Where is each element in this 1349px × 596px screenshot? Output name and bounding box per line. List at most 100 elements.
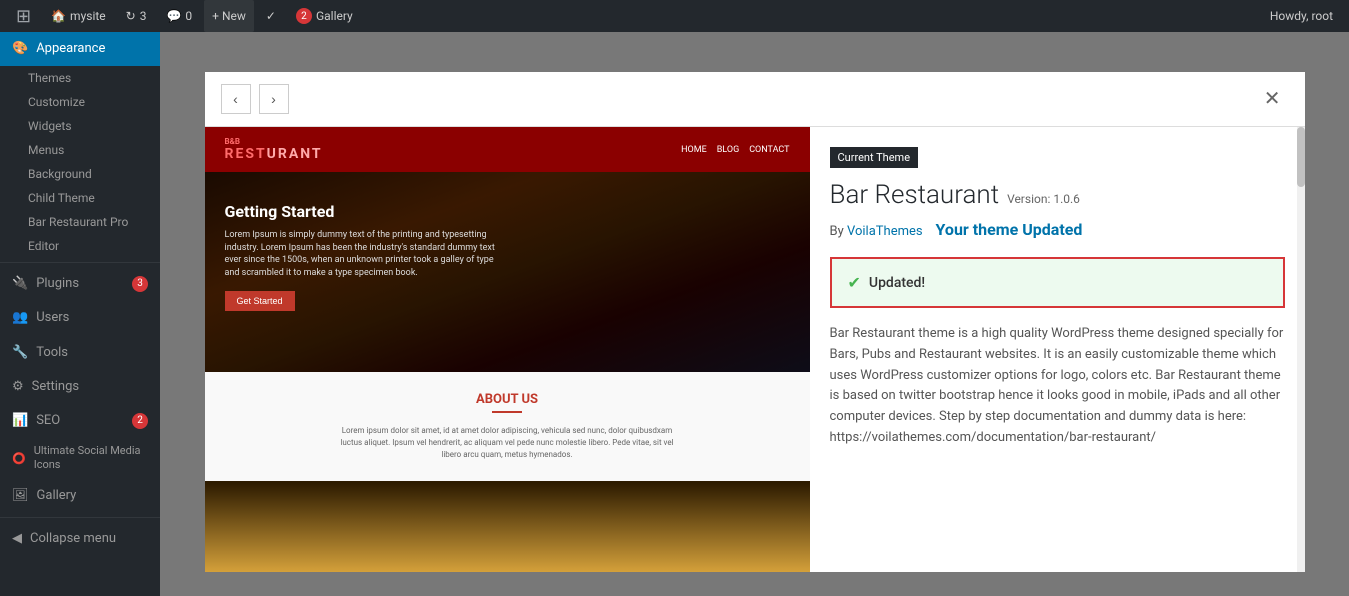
seo-icon: 📊 <box>12 412 28 430</box>
sidebar-item-bar-restaurant-pro[interactable]: Bar Restaurant Pro <box>0 210 160 234</box>
themes-page: ‹ › ✕ <box>160 32 1349 596</box>
about-title-underline <box>492 411 522 413</box>
users-icon: 👥 <box>12 309 28 327</box>
plugins-badge: 3 <box>132 276 148 292</box>
comments-item[interactable]: 💬 0 <box>158 0 200 32</box>
background-label: Background <box>28 167 92 181</box>
gallery-badge: 2 <box>296 8 312 24</box>
close-modal-button[interactable]: ✕ <box>1256 85 1289 113</box>
settings-icon: ⚙ <box>12 378 24 396</box>
about-text: Lorem ipsum dolor sit amet, id at amet d… <box>332 425 682 461</box>
home-icon: 🏠 <box>51 9 66 23</box>
updated-notice-box: ✔ Updated! <box>830 257 1285 308</box>
theme-updated-text: Your theme Updated <box>936 220 1083 239</box>
wp-wrap: 🎨 Appearance Themes Customize Widgets Me… <box>0 32 1349 596</box>
next-arrow-icon: › <box>271 91 276 107</box>
sidebar-item-plugins[interactable]: 🔌 Plugins 3 <box>0 267 160 301</box>
theme-info-panel: Current Theme Bar Restaurant Version: 1.… <box>810 127 1305 572</box>
plugins-icon: 🔌 <box>12 275 28 293</box>
site-name: mysite <box>70 9 106 23</box>
check-icon: ✔ <box>848 273 861 292</box>
main-content: ‹ › ✕ <box>160 32 1349 596</box>
theme-name: Bar Restaurant <box>830 180 1000 210</box>
gallery-label: Gallery <box>316 9 353 23</box>
hero-cta-button[interactable]: Get Started <box>225 291 295 311</box>
collapse-label: Collapse menu <box>30 530 116 548</box>
vault-icon: ✓ <box>266 9 276 23</box>
preview-header: B&B RESTURANT HOME BLOG CONTACT <box>205 127 810 172</box>
settings-label: Settings <box>32 378 79 396</box>
collapse-icon: ◀ <box>12 530 22 548</box>
wp-logo-item[interactable]: ⊞ <box>8 0 39 32</box>
modal-navigation: ‹ › ✕ <box>205 72 1305 127</box>
new-label: + New <box>212 9 246 23</box>
tools-label: Tools <box>36 344 68 362</box>
sidebar-collapse-item[interactable]: ◀ Collapse menu <box>0 522 160 556</box>
theme-detail-modal: ‹ › ✕ <box>205 72 1305 572</box>
updates-icon: ↻ <box>126 9 136 23</box>
close-icon: ✕ <box>1264 88 1281 110</box>
sidebar-item-seo[interactable]: 📊 SEO 2 <box>0 404 160 438</box>
tools-icon: 🔧 <box>12 344 28 362</box>
sidebar-item-social-media[interactable]: ⭕ Ultimate Social Media Icons <box>0 438 160 479</box>
plugins-label: Plugins <box>36 275 79 293</box>
vault-item[interactable]: ✓ <box>258 0 284 32</box>
widgets-label: Widgets <box>28 119 72 133</box>
prev-theme-button[interactable]: ‹ <box>221 84 251 114</box>
author-link[interactable]: VoilaThemes <box>847 224 926 239</box>
sidebar-item-tools[interactable]: 🔧 Tools <box>0 336 160 370</box>
logo-part1: B&B <box>225 137 323 146</box>
sidebar-item-widgets[interactable]: Widgets <box>0 114 160 138</box>
customize-label: Customize <box>28 95 85 109</box>
sidebar-item-menus[interactable]: Menus <box>0 138 160 162</box>
admin-bar: ⊞ 🏠 mysite ↻ 3 💬 0 + New ✓ 2 Gallery How… <box>0 0 1349 32</box>
updates-count: 3 <box>140 9 147 23</box>
appearance-label: Appearance <box>36 40 105 58</box>
users-label: Users <box>36 309 69 327</box>
hero-content: Getting Started Lorem Ipsum is simply du… <box>225 202 790 311</box>
admin-menu: 🎨 Appearance Themes Customize Widgets Me… <box>0 32 160 596</box>
theme-author: By VoilaThemes Your theme Updated <box>830 220 1285 251</box>
hero-text: Lorem Ipsum is simply dummy text of the … <box>225 229 505 279</box>
next-theme-button[interactable]: › <box>259 84 289 114</box>
seo-label: SEO <box>36 412 60 430</box>
prev-arrow-icon: ‹ <box>233 91 238 107</box>
bar-restaurant-pro-label: Bar Restaurant Pro <box>28 215 128 229</box>
new-content-item[interactable]: + New <box>204 0 254 32</box>
comments-count: 0 <box>185 9 192 23</box>
sidebar-item-themes[interactable]: Themes <box>0 66 160 90</box>
preview-hero: Getting Started Lorem Ipsum is simply du… <box>205 172 810 372</box>
sidebar-item-child-theme[interactable]: Child Theme <box>0 186 160 210</box>
scrollbar-thumb[interactable] <box>1297 127 1305 187</box>
themes-label: Themes <box>28 71 71 85</box>
by-label: By <box>830 224 844 239</box>
comments-icon: 💬 <box>166 9 181 23</box>
sidebar-item-customize[interactable]: Customize <box>0 90 160 114</box>
modal-body: B&B RESTURANT HOME BLOG CONTACT <box>205 127 1305 572</box>
theme-preview-image: B&B RESTURANT HOME BLOG CONTACT <box>205 127 810 572</box>
menus-label: Menus <box>28 143 64 157</box>
preview-about-section: ABOUT US Lorem ipsum dolor sit amet, id … <box>205 372 810 481</box>
hero-title: Getting Started <box>225 202 790 221</box>
adminbar-left: ⊞ 🏠 mysite ↻ 3 💬 0 + New ✓ 2 Gallery <box>8 0 1262 32</box>
scrollbar-track[interactable] <box>1297 127 1305 572</box>
sidebar-item-users[interactable]: 👥 Users <box>0 301 160 335</box>
gallery-item[interactable]: 2 Gallery <box>288 0 361 32</box>
gallery-sidebar-label: Gallery <box>37 487 77 505</box>
updates-item[interactable]: ↻ 3 <box>118 0 155 32</box>
sidebar-item-gallery[interactable]: 🖼 Gallery <box>0 479 160 513</box>
sidebar-item-editor[interactable]: Editor <box>0 234 160 258</box>
social-icon: ⭕ <box>12 451 26 466</box>
sidebar-item-appearance[interactable]: 🎨 Appearance <box>0 32 160 66</box>
sidebar-item-background[interactable]: Background <box>0 162 160 186</box>
appearance-icon: 🎨 <box>12 40 28 58</box>
preview-nav: HOME BLOG CONTACT <box>681 145 789 155</box>
menu-separator-bottom <box>0 517 160 518</box>
social-label: Ultimate Social Media Icons <box>34 444 148 473</box>
wp-icon: ⊞ <box>16 6 31 27</box>
site-name-item[interactable]: 🏠 mysite <box>43 0 114 32</box>
author-name: VoilaThemes <box>847 224 923 239</box>
seo-badge: 2 <box>132 413 148 429</box>
gallery-sidebar-icon: 🖼 <box>12 487 29 505</box>
sidebar-item-settings[interactable]: ⚙ Settings <box>0 370 160 404</box>
